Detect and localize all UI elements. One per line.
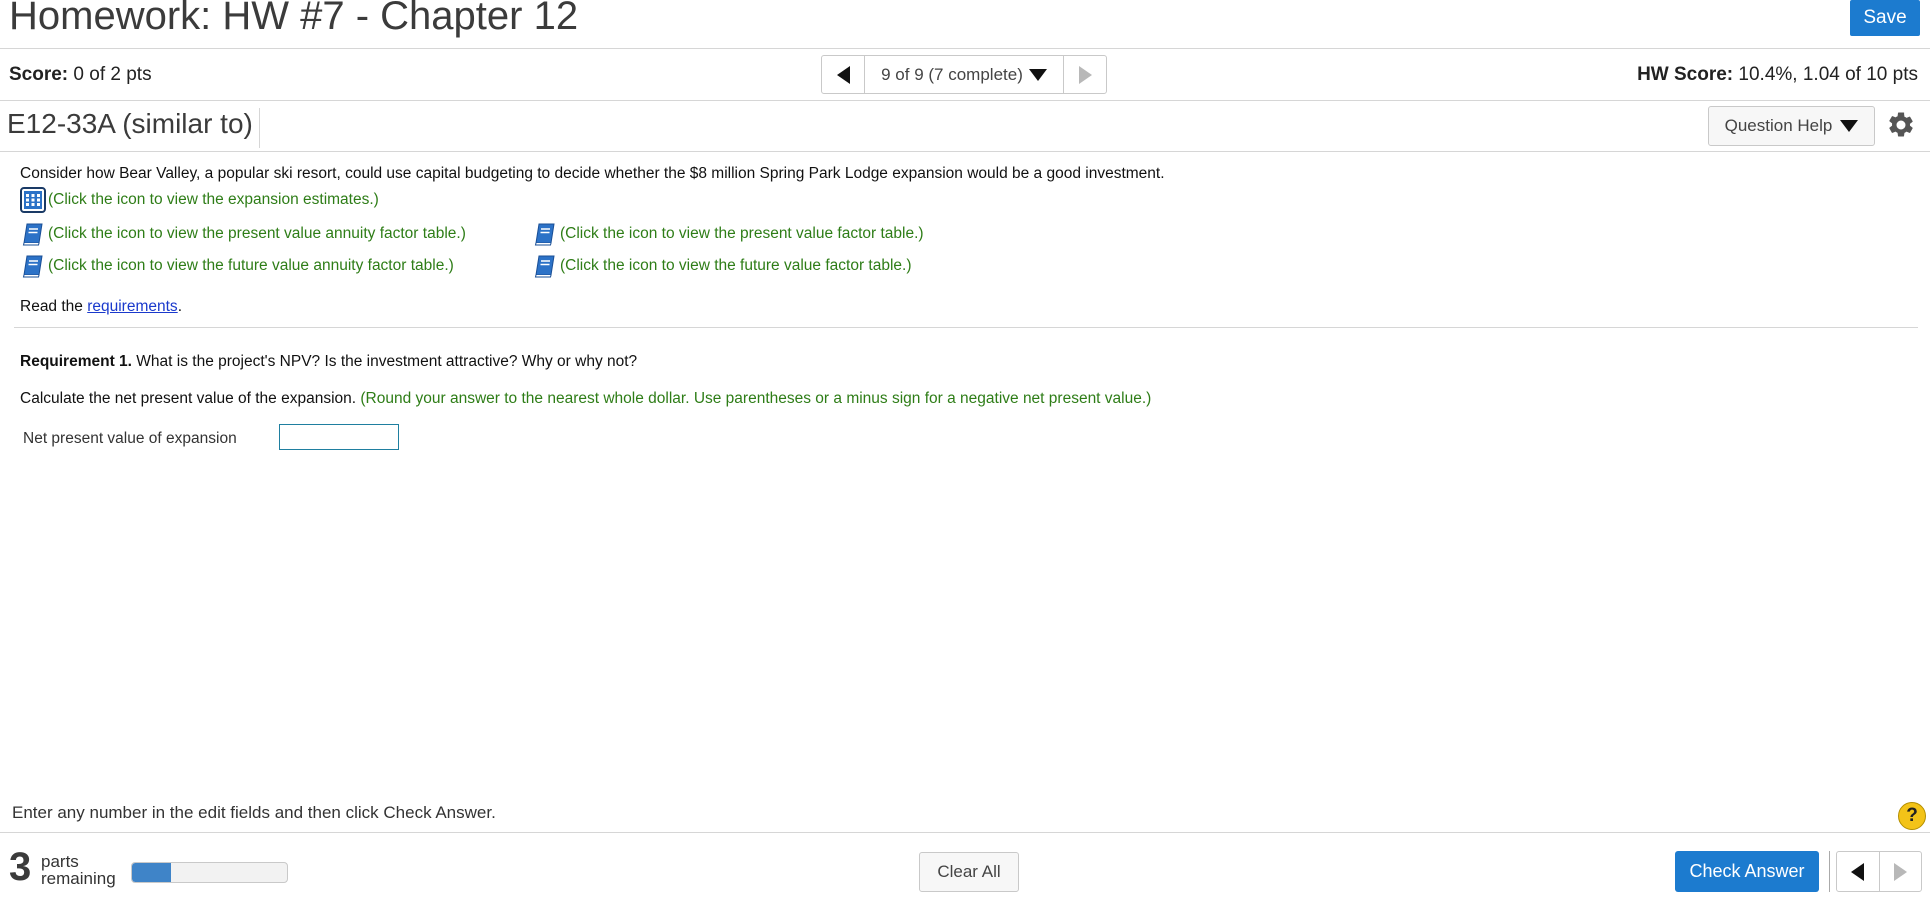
parts-line-1: parts	[41, 852, 79, 871]
npv-label: Net present value of expansion	[23, 430, 237, 447]
footer-navigator	[1836, 851, 1922, 892]
fv-factor-table-link[interactable]: (Click the icon to view the future value…	[532, 253, 912, 279]
chevron-left-icon	[836, 65, 850, 84]
requirement-text: What is the project's NPV? Is the invest…	[131, 353, 638, 370]
question-intro: Consider how Bear Valley, a popular ski …	[20, 165, 1165, 182]
previous-question-button[interactable]	[822, 56, 865, 93]
parts-progress-bar	[131, 862, 288, 883]
page-title: Homework: HW #7 - Chapter 12	[9, 0, 579, 38]
npv-input[interactable]	[279, 424, 399, 450]
calc-hint: (Round your answer to the nearest whole …	[360, 390, 1152, 407]
score-label: Score:	[9, 64, 69, 85]
chevron-right-icon	[1893, 862, 1907, 881]
title-bar: Homework: HW #7 - Chapter 12 Save	[0, 0, 1930, 49]
question-select-dropdown[interactable]: 9 of 9 (7 complete)	[865, 56, 1063, 93]
parts-remaining-text: parts remaining	[41, 853, 116, 887]
question-status-text: 9 of 9 (7 complete)	[881, 64, 1023, 84]
question-header: E12-33A (similar to) Question Help	[0, 102, 1930, 152]
footer-separator	[1829, 851, 1830, 892]
hw-score-label: HW Score:	[1637, 64, 1734, 85]
next-question-button[interactable]	[1063, 56, 1106, 93]
fv-annuity-table-text: (Click the icon to view the future value…	[48, 257, 454, 274]
requirement-1: Requirement 1. What is the project's NPV…	[20, 353, 637, 371]
book-icon	[534, 255, 555, 278]
calc-text: Calculate the net present value of the e…	[20, 390, 361, 407]
progress-fill	[132, 863, 171, 882]
parts-line-2: remaining	[41, 869, 116, 888]
fv-annuity-table-link[interactable]: (Click the icon to view the future value…	[20, 253, 454, 279]
score-value: 0 of 2 pts	[73, 64, 152, 85]
requirement-label: Requirement 1.	[20, 353, 132, 370]
score-bar: Score: 0 of 2 pts 9 of 9 (7 complete) HW…	[0, 50, 1930, 101]
question-help-label: Question Help	[1724, 116, 1833, 135]
footer-instruction: Enter any number in the edit fields and …	[12, 803, 496, 822]
footer-next-button[interactable]	[1878, 852, 1921, 891]
read-prefix: Read the	[20, 298, 88, 315]
pv-annuity-table-link[interactable]: (Click the icon to view the present valu…	[20, 221, 466, 247]
help-icon[interactable]: ?	[1898, 802, 1926, 830]
caret-down-icon	[1840, 120, 1859, 132]
book-icon	[22, 255, 43, 278]
expansion-estimates-text: (Click the icon to view the expansion es…	[48, 191, 379, 208]
content-divider	[14, 327, 1918, 328]
question-navigator: 9 of 9 (7 complete)	[821, 55, 1107, 94]
table-grid-icon	[20, 187, 46, 213]
parts-remaining-count: 3	[9, 845, 32, 889]
calc-instruction: Calculate the net present value of the e…	[20, 390, 1151, 408]
fv-factor-table-text: (Click the icon to view the future value…	[560, 257, 912, 274]
clear-all-button[interactable]: Clear All	[919, 852, 1019, 892]
read-requirements: Read the requirements.	[20, 298, 182, 316]
save-button[interactable]: Save	[1850, 0, 1920, 36]
footer-previous-button[interactable]	[1837, 852, 1879, 891]
pv-factor-table-link[interactable]: (Click the icon to view the present valu…	[532, 221, 924, 247]
footer-bar: 3 parts remaining Clear All Check Answer	[0, 832, 1930, 906]
hw-score-value: 10.4%, 1.04 of 10 pts	[1738, 64, 1918, 85]
check-answer-button[interactable]: Check Answer	[1675, 851, 1819, 892]
chevron-right-icon	[1078, 65, 1092, 84]
question-id: E12-33A (similar to)	[7, 108, 260, 148]
gear-icon[interactable]	[1886, 110, 1916, 140]
read-suffix: .	[177, 298, 182, 315]
caret-down-icon	[1028, 68, 1047, 81]
question-score: Score: 0 of 2 pts	[9, 64, 152, 86]
book-icon	[22, 223, 43, 246]
requirements-link[interactable]: requirements	[87, 298, 177, 315]
question-help-button[interactable]: Question Help	[1708, 106, 1875, 146]
book-icon	[534, 223, 555, 246]
hw-score: HW Score: 10.4%, 1.04 of 10 pts	[1637, 64, 1918, 86]
pv-factor-table-text: (Click the icon to view the present valu…	[560, 225, 924, 242]
expansion-estimates-link[interactable]: (Click the icon to view the expansion es…	[20, 187, 379, 213]
pv-annuity-table-text: (Click the icon to view the present valu…	[48, 225, 466, 242]
chevron-left-icon	[1851, 862, 1865, 881]
